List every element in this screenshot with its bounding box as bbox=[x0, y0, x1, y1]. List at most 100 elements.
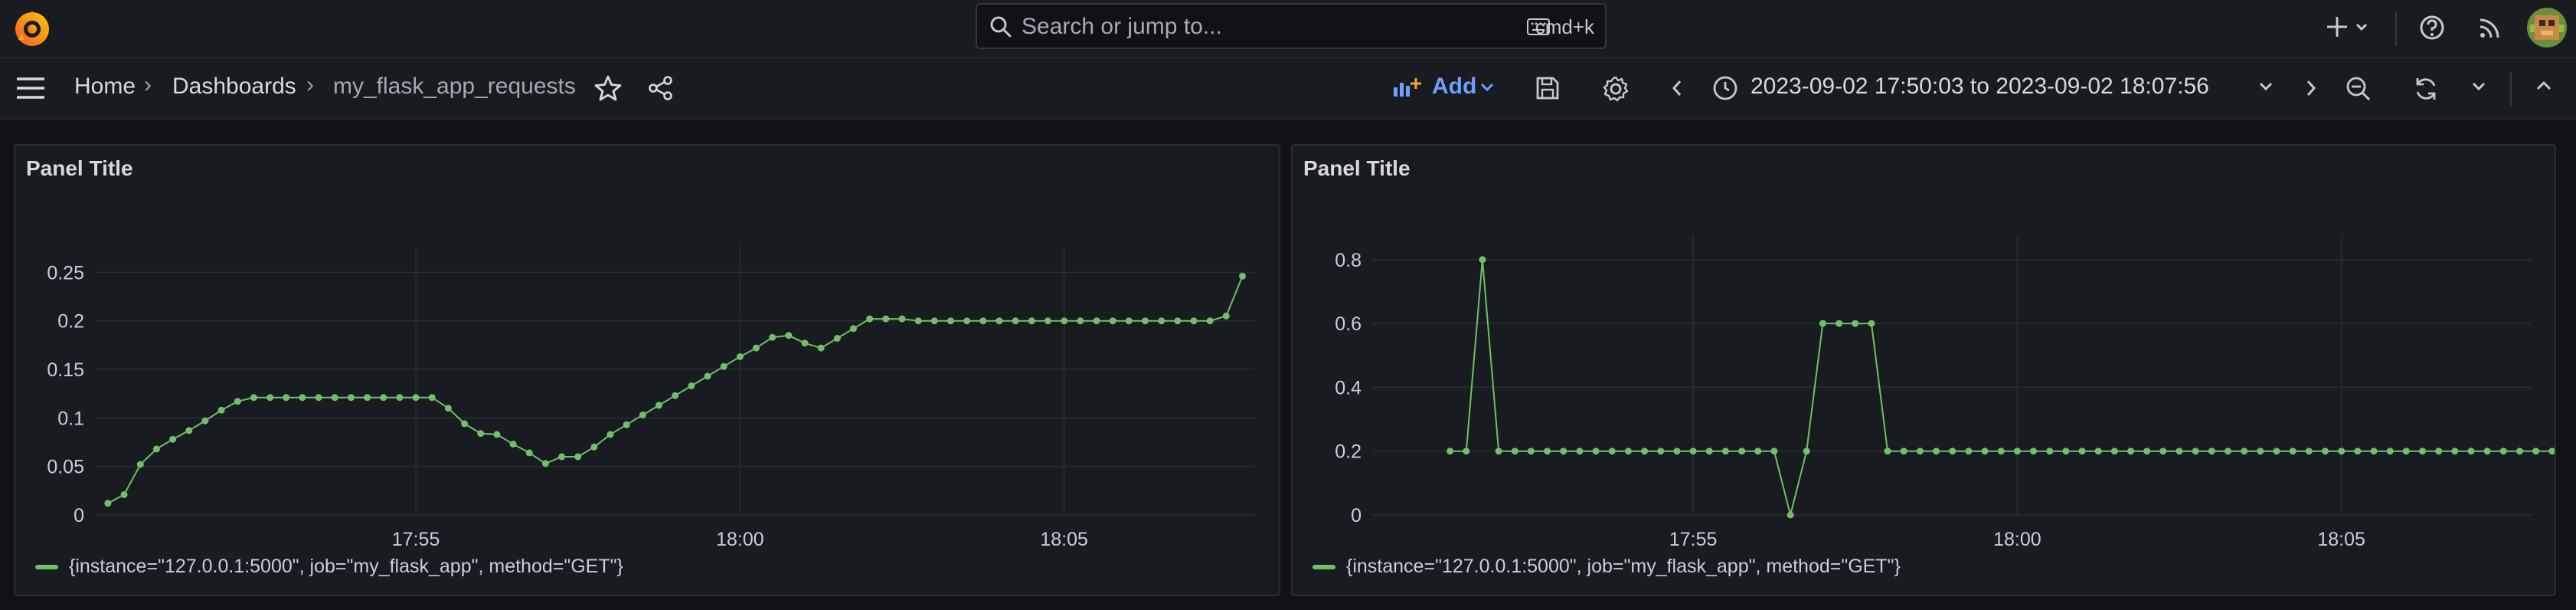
data-point bbox=[1852, 320, 1859, 327]
data-point bbox=[655, 402, 662, 409]
data-point bbox=[120, 490, 128, 498]
data-point bbox=[1190, 317, 1198, 325]
data-point bbox=[331, 394, 338, 402]
data-point bbox=[1077, 317, 1084, 325]
share-icon[interactable] bbox=[648, 75, 674, 105]
data-point bbox=[1721, 448, 1729, 455]
data-point bbox=[1868, 320, 1875, 327]
data-point bbox=[606, 431, 614, 438]
refresh-icon[interactable] bbox=[2412, 75, 2440, 107]
data-point bbox=[2257, 448, 2264, 455]
data-point bbox=[461, 420, 469, 428]
data-point bbox=[1044, 317, 1051, 325]
data-point bbox=[2241, 448, 2248, 455]
save-icon[interactable] bbox=[1535, 75, 1561, 105]
x-tick-label: 18:05 bbox=[1040, 529, 1088, 550]
data-point bbox=[1495, 448, 1502, 455]
data-point bbox=[1061, 317, 1068, 325]
data-point bbox=[347, 394, 355, 402]
data-point bbox=[444, 405, 452, 412]
data-point bbox=[947, 317, 954, 325]
data-point bbox=[2127, 448, 2134, 455]
y-tick-label: 0 bbox=[74, 505, 84, 526]
chart-legend[interactable]: {instance="127.0.0.1:5000", job="my_flas… bbox=[1313, 556, 1901, 578]
data-point bbox=[136, 461, 144, 468]
data-point bbox=[753, 344, 760, 352]
data-point bbox=[2435, 448, 2443, 455]
zoom-out-icon[interactable] bbox=[2345, 75, 2372, 107]
data-point bbox=[1819, 320, 1826, 327]
user-avatar[interactable] bbox=[2527, 8, 2567, 51]
new-plus-icon[interactable] bbox=[2325, 14, 2374, 45]
data-point bbox=[817, 344, 825, 352]
data-point bbox=[1933, 448, 1940, 455]
legend-swatch bbox=[1313, 565, 1335, 570]
data-point bbox=[2467, 448, 2475, 455]
add-button[interactable]: Add bbox=[1392, 71, 1499, 106]
data-point bbox=[2338, 448, 2346, 455]
y-tick-label: 0.2 bbox=[1335, 441, 1362, 463]
data-point bbox=[412, 394, 420, 402]
y-tick-label: 0.15 bbox=[47, 359, 84, 381]
search-icon bbox=[989, 15, 1012, 42]
data-point bbox=[2013, 448, 2021, 455]
time-series-panel[interactable]: Panel Title 0 0.2 0.4 0.6 0.8 17:55 18:00 18:05… bbox=[1291, 144, 2556, 596]
data-point bbox=[833, 335, 841, 342]
data-point bbox=[2451, 448, 2459, 455]
data-point bbox=[2062, 448, 2070, 455]
data-point bbox=[2110, 448, 2118, 455]
star-icon[interactable] bbox=[594, 75, 622, 105]
data-point bbox=[1222, 312, 1230, 320]
search-bar[interactable]: Search or jump to... cmd+k bbox=[976, 3, 1607, 49]
grafana-logo-icon[interactable] bbox=[12, 9, 52, 49]
data-point bbox=[1560, 448, 1568, 455]
data-point bbox=[2078, 448, 2086, 455]
time-series-panel[interactable]: Panel Title 0 0.05 0.1 0.15 0.2 0.25 17:55 18:0… bbox=[14, 144, 1280, 596]
data-point bbox=[1527, 448, 1535, 455]
data-point bbox=[1592, 448, 1600, 455]
data-point bbox=[736, 353, 744, 360]
news-rss-icon[interactable] bbox=[2476, 14, 2504, 45]
data-point bbox=[2532, 448, 2540, 455]
data-point bbox=[2516, 448, 2523, 455]
data-point bbox=[1142, 317, 1149, 325]
help-icon[interactable] bbox=[2418, 14, 2446, 45]
data-point bbox=[672, 392, 679, 399]
data-point bbox=[2354, 448, 2362, 455]
time-shift-forward-icon[interactable] bbox=[2303, 78, 2319, 102]
data-point bbox=[590, 443, 598, 451]
data-point bbox=[1916, 448, 1924, 455]
data-point bbox=[1787, 511, 1794, 519]
chart-legend[interactable]: {instance="127.0.0.1:5000", job="my_flas… bbox=[35, 556, 623, 578]
data-point bbox=[866, 315, 874, 323]
breadcrumb-separator-icon: › bbox=[144, 72, 152, 97]
time-shift-back-icon[interactable] bbox=[1669, 78, 1685, 102]
data-point bbox=[1447, 448, 1454, 455]
data-point bbox=[380, 394, 387, 402]
refresh-interval-chevron-icon[interactable] bbox=[2470, 80, 2487, 97]
collapse-chevron-up-icon[interactable] bbox=[2535, 78, 2553, 97]
data-point bbox=[2483, 448, 2491, 455]
data-point bbox=[623, 421, 630, 428]
line-chart: 0 0.2 0.4 0.6 0.8 17:55 18:00 18:05 bbox=[1335, 236, 2555, 550]
data-point bbox=[2208, 448, 2215, 455]
data-point bbox=[152, 445, 160, 453]
breadcrumb-home[interactable]: Home bbox=[74, 74, 136, 100]
clock-icon bbox=[1712, 75, 1738, 105]
legend-label: {instance="127.0.0.1:5000", job="my_flas… bbox=[1346, 556, 1901, 577]
data-point bbox=[639, 412, 646, 418]
data-point bbox=[428, 394, 436, 402]
chevron-down-icon[interactable] bbox=[2257, 80, 2274, 97]
data-point bbox=[2159, 448, 2167, 455]
x-tick-label: 17:55 bbox=[392, 529, 440, 550]
data-point bbox=[2192, 448, 2199, 455]
data-point bbox=[509, 441, 517, 448]
data-point bbox=[1900, 448, 1907, 455]
x-tick-label: 18:00 bbox=[1993, 529, 2042, 550]
breadcrumb-dashboards[interactable]: Dashboards bbox=[172, 74, 296, 100]
time-range-picker[interactable]: 2023-09-02 17:50:03 to 2023-09-02 18:07:… bbox=[1751, 74, 2209, 100]
menu-hamburger-icon[interactable] bbox=[15, 75, 46, 105]
data-point bbox=[1803, 448, 1810, 455]
search-shortcut: cmd+k bbox=[1535, 15, 1594, 38]
settings-gear-icon[interactable] bbox=[1602, 75, 1630, 107]
